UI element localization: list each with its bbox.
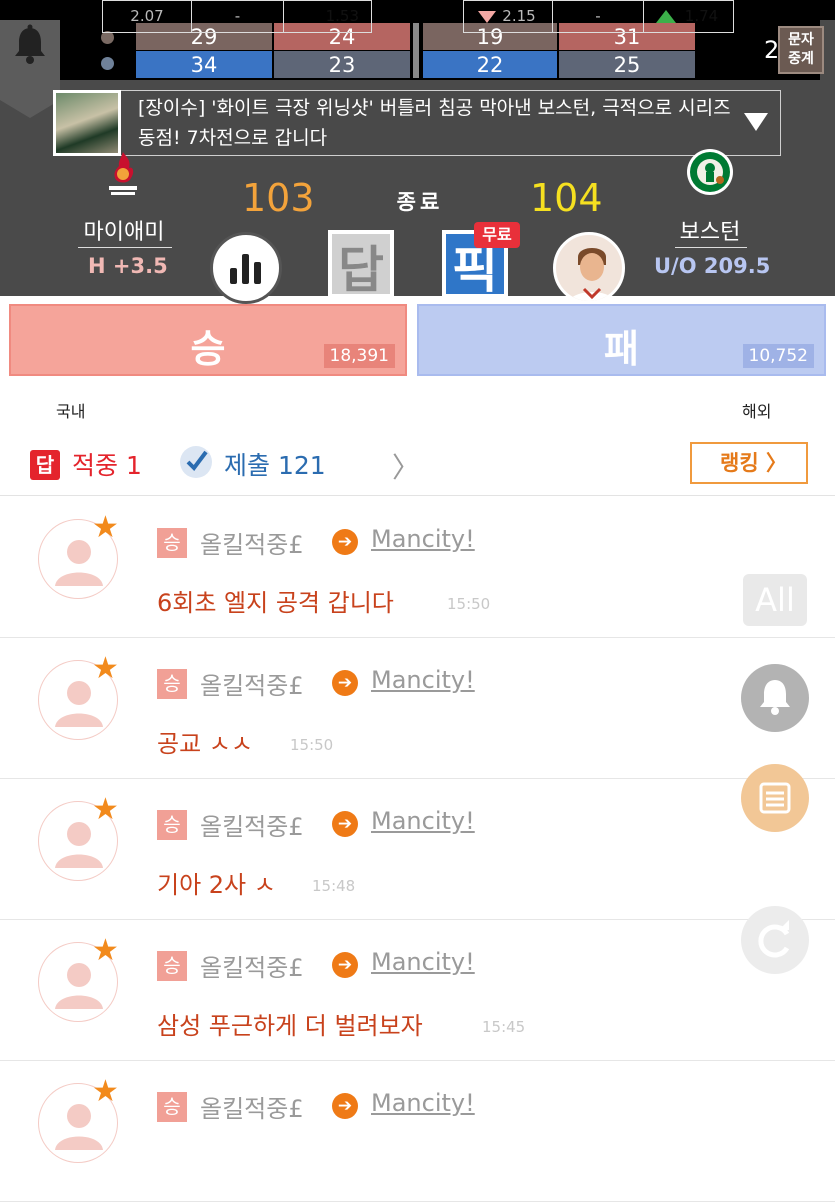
home-team-underline	[675, 247, 747, 248]
free-badge: 무료	[474, 222, 520, 248]
up-arrow-icon	[656, 10, 676, 23]
comment-list: ★ 승 올킬적중£ ➔ Mancity! 6회초 엘지 공격 갑니다 15:50…	[0, 497, 835, 1202]
user-team[interactable]: Mancity!	[371, 666, 475, 694]
overseas-odd-win-value: 2.15	[502, 7, 536, 25]
user-team[interactable]: Mancity!	[371, 1089, 475, 1117]
arrow-right-icon: ➔	[332, 529, 358, 555]
submit-count: 제출 121	[224, 451, 326, 480]
comment-text: 삼성 푸근하게 더 벌려보자	[157, 1012, 423, 1040]
handicap-line: H +3.5	[88, 254, 168, 278]
pick-badge: 승	[157, 528, 187, 558]
user-team[interactable]: Mancity!	[371, 525, 475, 553]
ranking-button[interactable]: 랭킹 〉	[690, 442, 808, 484]
pick-badge: 승	[157, 810, 187, 840]
game-status: 종료	[396, 190, 444, 214]
home-q3: 22	[423, 51, 557, 78]
over-under-line: U/O 209.5	[654, 254, 771, 278]
home-q2: 23	[274, 51, 410, 78]
user-name[interactable]: 올킬적중£	[200, 525, 304, 560]
answer-button[interactable]: 답	[328, 230, 394, 299]
away-score: 103	[242, 176, 315, 220]
domestic-odds-label: 국내	[56, 402, 86, 421]
arrow-right-icon: ➔	[332, 952, 358, 978]
refresh-float-button[interactable]	[741, 906, 809, 974]
domestic-odd-draw: -	[191, 0, 284, 33]
expert-avatar[interactable]	[553, 232, 625, 304]
comment-time: 15:48	[312, 877, 356, 895]
pick-badge: 승	[157, 669, 187, 699]
star-icon: ★	[92, 1074, 119, 1109]
comment-time: 15:50	[290, 736, 334, 754]
pick-badge: 승	[157, 1092, 187, 1122]
comment-time: 15:50	[447, 595, 491, 613]
arrow-right-icon: ➔	[332, 670, 358, 696]
list-icon	[759, 782, 791, 814]
bell-icon	[760, 680, 790, 715]
miami-heat-logo	[105, 148, 141, 198]
list-item[interactable]: ★ 승 올킬적중£ ➔ Mancity!	[0, 1061, 835, 1202]
bar-chart-icon	[230, 254, 261, 284]
user-name[interactable]: 올킬적중£	[200, 666, 304, 701]
text-broadcast-label: 문자 중계	[788, 32, 814, 67]
home-team-name[interactable]: 보스턴	[668, 214, 752, 246]
all-filter-button[interactable]: All	[743, 574, 807, 626]
star-icon: ★	[92, 651, 119, 686]
news-thumbnail	[53, 90, 121, 156]
away-team-name[interactable]: 마이애미	[76, 214, 172, 246]
home-team-dot	[101, 57, 114, 70]
overseas-odd-win: 2.15	[463, 0, 553, 33]
boston-celtics-logo	[686, 146, 734, 198]
answer-label: 답	[338, 241, 384, 299]
answer-badge-icon: 답	[30, 450, 60, 480]
star-icon: ★	[92, 510, 119, 545]
list-item[interactable]: ★ 승 올킬적중£ ➔ Mancity! 삼성 푸근하게 더 벌려보자 15:4…	[0, 920, 835, 1061]
stats-button[interactable]	[210, 232, 282, 304]
list-item[interactable]: ★ 승 올킬적중£ ➔ Mancity! 공교 ㅅㅅ 15:50	[0, 638, 835, 779]
bell-icon	[15, 24, 45, 64]
text-broadcast-button[interactable]: 문자 중계	[778, 26, 824, 74]
arrow-right-icon: ➔	[332, 1093, 358, 1119]
star-icon: ★	[92, 792, 119, 827]
user-name[interactable]: 올킬적중£	[200, 1089, 304, 1124]
user-name[interactable]: 올킬적중£	[200, 807, 304, 842]
home-q4: 25	[559, 51, 695, 78]
list-item[interactable]: ★ 승 올킬적중£ ➔ Mancity! 6회초 엘지 공격 갑니다 15:50	[0, 497, 835, 638]
lose-vote-count: 10,752	[742, 344, 814, 368]
pick-badge: 승	[157, 951, 187, 981]
home-q1: 34	[136, 51, 272, 78]
home-score: 104	[530, 176, 603, 220]
news-headline: [장이수] '화이트 극장 위닝샷' 버틀러 침공 막아낸 보스턴, 극적으로 …	[138, 97, 731, 149]
down-arrow-icon	[478, 11, 496, 23]
chevron-right-icon[interactable]: 〉	[392, 446, 420, 486]
comment-time: 15:45	[482, 1018, 526, 1036]
refresh-icon	[758, 920, 790, 958]
comment-text: 기아 2사 ㅅ	[157, 871, 276, 899]
alarm-tab[interactable]	[0, 20, 60, 118]
overseas-odds-label: 해외	[742, 402, 772, 421]
user-team[interactable]: Mancity!	[371, 948, 475, 976]
list-float-button[interactable]	[741, 764, 809, 832]
user-name[interactable]: 올킬적중£	[200, 948, 304, 983]
star-icon: ★	[92, 933, 119, 968]
domestic-odd-win: 2.07	[102, 0, 192, 33]
check-icon	[180, 446, 212, 478]
win-vote-count: 18,391	[323, 344, 395, 368]
overseas-odd-draw: -	[552, 0, 644, 33]
arrow-right-icon: ➔	[332, 811, 358, 837]
hit-count: 적중 1	[72, 451, 142, 480]
list-item[interactable]: ★ 승 올킬적중£ ➔ Mancity! 기아 2사 ㅅ 15:48	[0, 779, 835, 920]
news-banner[interactable]: [장이수] '화이트 극장 위닝샷' 버틀러 침공 막아낸 보스턴, 극적으로 …	[53, 90, 781, 156]
away-team-underline	[78, 247, 172, 248]
dropdown-arrow-icon[interactable]	[744, 113, 768, 131]
domestic-odd-lose: 1.53	[283, 0, 372, 33]
comment-text: 공교 ㅅㅅ	[157, 730, 253, 758]
alarm-float-button[interactable]	[741, 664, 809, 732]
lose-vote-button[interactable]: 패 10,752	[417, 304, 826, 376]
user-team[interactable]: Mancity!	[371, 807, 475, 835]
half-divider	[413, 23, 419, 78]
overseas-odd-lose-value: 1.74	[684, 7, 719, 25]
overseas-odd-lose: 1.74	[643, 0, 734, 33]
win-vote-button[interactable]: 승 18,391	[9, 304, 407, 376]
comment-text: 6회초 엘지 공격 갑니다	[157, 589, 394, 617]
